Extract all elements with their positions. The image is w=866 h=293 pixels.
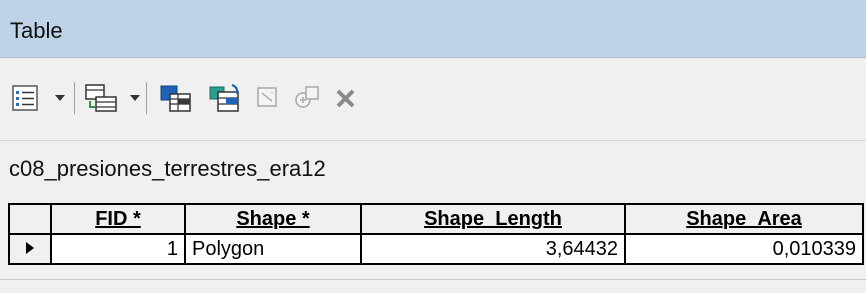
window-title: Table [10, 18, 63, 43]
grid-divider [0, 279, 866, 280]
column-header-fid[interactable]: FID * [50, 203, 186, 235]
column-header-shape-area[interactable]: Shape_Area [624, 203, 864, 235]
attribute-table: FID * Shape * Shape_Length Shape_Area 1 … [8, 203, 864, 265]
table-options-dropdown-icon[interactable] [55, 95, 65, 101]
row-selector-header[interactable] [8, 203, 52, 235]
table-options-icon[interactable] [11, 83, 39, 113]
cell-shape-length[interactable]: 3,64432 [360, 233, 626, 265]
layer-name[interactable]: c08_presiones_terrestres_era12 [9, 156, 326, 182]
column-header-shape[interactable]: Shape * [184, 203, 362, 235]
attribute-grid-area: FID * Shape * Shape_Length Shape_Area 1 … [0, 196, 866, 293]
table-toolbar [0, 58, 866, 140]
switch-selection-icon[interactable] [208, 83, 242, 113]
select-by-attributes-icon[interactable] [158, 83, 194, 113]
current-row-arrow-icon [26, 241, 34, 254]
related-tables-dropdown-icon[interactable] [130, 95, 140, 101]
table-row[interactable]: 1 Polygon 3,64432 0,010339 [8, 233, 864, 265]
toolbar-separator [146, 82, 147, 114]
header-row: FID * Shape * Shape_Length Shape_Area [8, 203, 864, 235]
cell-shape-area[interactable]: 0,010339 [624, 233, 864, 265]
window-titlebar[interactable]: Table [0, 0, 866, 58]
delete-selected-icon[interactable] [334, 83, 358, 113]
row-selector[interactable] [8, 233, 52, 265]
cell-fid[interactable]: 1 [50, 233, 186, 265]
clear-selection-icon[interactable] [255, 83, 281, 113]
zoom-to-selected-icon[interactable] [292, 83, 322, 113]
cell-shape[interactable]: Polygon [184, 233, 362, 265]
related-tables-icon[interactable] [84, 83, 120, 113]
toolbar-separator [74, 82, 75, 114]
column-header-shape-length[interactable]: Shape_Length [360, 203, 626, 235]
table-tab-bar: c08_presiones_terrestres_era12 [0, 140, 866, 196]
